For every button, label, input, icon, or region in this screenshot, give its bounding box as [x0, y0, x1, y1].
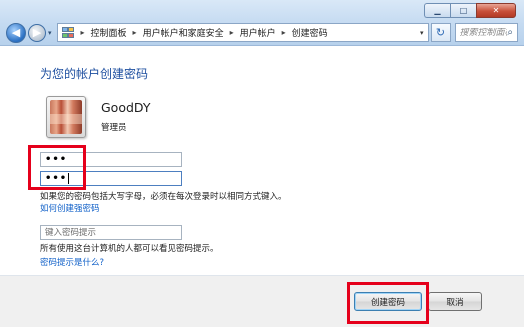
search-box[interactable]: ⌕ [454, 23, 518, 42]
password-hint-input[interactable] [40, 225, 182, 240]
search-input[interactable] [459, 27, 508, 38]
highlight-box-password-fields [28, 145, 86, 190]
breadcrumb-control-panel[interactable]: 控制面板 [91, 26, 127, 39]
minimize-button[interactable]: ▁ [424, 3, 450, 18]
forward-button[interactable]: ▶ [28, 23, 46, 42]
close-button[interactable]: ✕ [476, 3, 516, 18]
control-panel-icon [61, 26, 75, 39]
breadcrumb-create-password[interactable]: 创建密码 [292, 26, 328, 39]
search-icon[interactable]: ⌕ [507, 27, 513, 38]
window-controls: ▁ □ ✕ [424, 3, 516, 18]
navigation-bar: ◀ ▶ ▾ ▸ 控制面板 ▸ 用户帐户和家庭安全 ▸ 用户帐户 ▸ 创建密码 ▾… [6, 22, 518, 43]
breadcrumb-user-accounts-family-safety[interactable]: 用户帐户和家庭安全 [143, 26, 224, 39]
breadcrumb-separator-icon[interactable]: ▸ [282, 28, 286, 37]
breadcrumb-separator-icon[interactable]: ▸ [133, 28, 137, 37]
case-sensitivity-note: 如果您的密码包括大写字母，必须在每次登录时以相同方式键入。 [40, 192, 287, 202]
avatar-picture [50, 100, 82, 134]
back-button[interactable]: ◀ [6, 22, 26, 43]
breadcrumb-user-accounts[interactable]: 用户帐户 [240, 26, 276, 39]
address-bar[interactable]: ▸ 控制面板 ▸ 用户帐户和家庭安全 ▸ 用户帐户 ▸ 创建密码 ▾ [56, 23, 429, 42]
main-content: 为您的帐户创建密码 GoodDY 管理员 ••• ••• 如果您的密码包括大写字… [0, 47, 524, 327]
breadcrumb-separator-icon[interactable]: ▸ [81, 28, 85, 37]
what-is-password-hint-link[interactable]: 密码提示是什么? [40, 256, 104, 268]
highlight-box-create-button [347, 282, 429, 324]
user-name: GoodDY [101, 100, 151, 115]
maximize-button[interactable]: □ [450, 3, 476, 18]
recent-pages-dropdown-icon[interactable]: ▾ [48, 29, 52, 37]
address-dropdown-icon[interactable]: ▾ [420, 29, 424, 37]
user-role: 管理员 [101, 123, 127, 133]
breadcrumb-separator-icon[interactable]: ▸ [230, 28, 234, 37]
user-avatar [46, 96, 86, 138]
cancel-button[interactable]: 取消 [428, 292, 482, 311]
refresh-button[interactable]: ↻ [430, 23, 451, 42]
window-titlebar: ▁ □ ✕ ◀ ▶ ▾ ▸ 控制面板 ▸ 用户帐户和家庭安全 ▸ 用户帐户 ▸ … [0, 0, 524, 46]
page-title: 为您的帐户创建密码 [40, 67, 149, 81]
how-to-create-strong-password-link[interactable]: 如何创建强密码 [40, 202, 100, 214]
password-hint-note: 所有使用这台计算机的人都可以看见密码提示。 [40, 244, 219, 254]
